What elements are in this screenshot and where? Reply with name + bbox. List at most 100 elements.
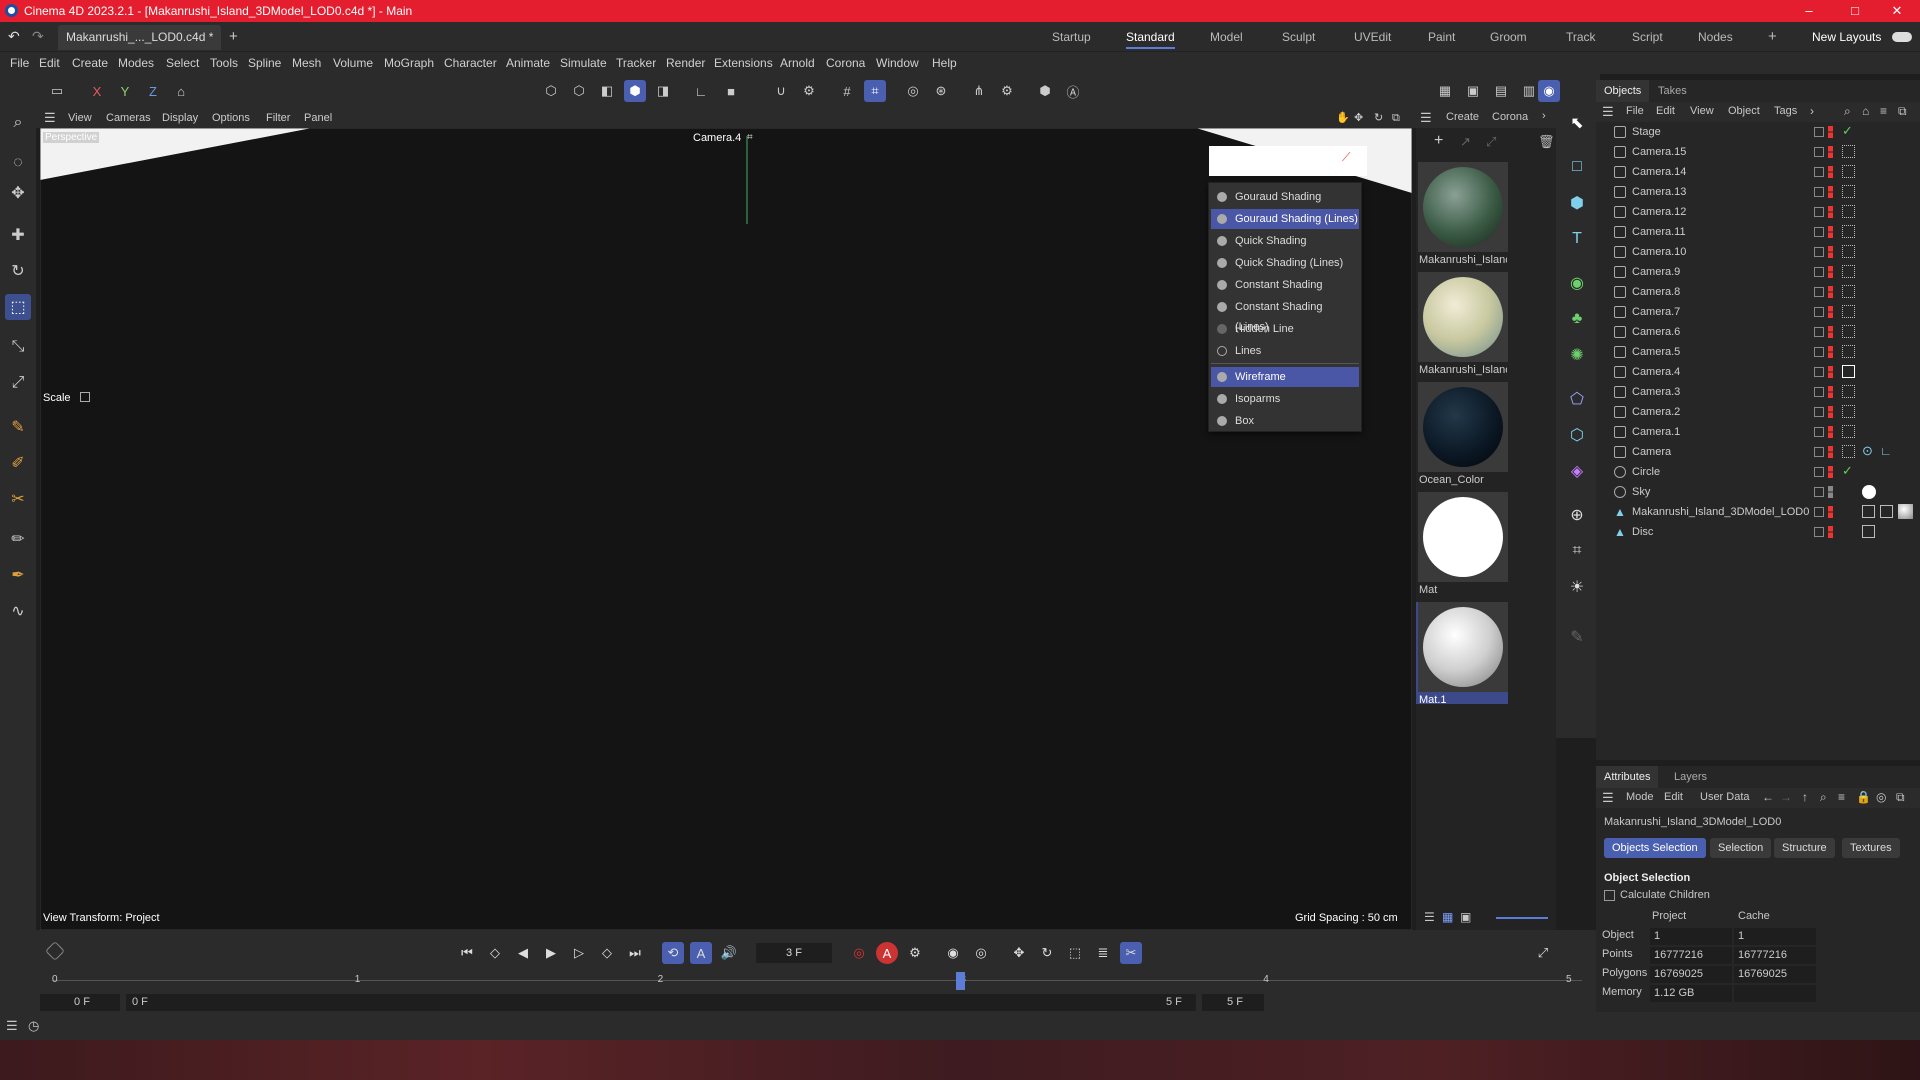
menu-item-box[interactable]: Box: [1211, 411, 1359, 431]
scale-key-icon[interactable]: ⬚: [1064, 942, 1086, 964]
null-object-icon[interactable]: ⬡: [1564, 422, 1590, 448]
render-dots-icon[interactable]: [1828, 146, 1833, 158]
sculpt-tool-icon[interactable]: ∿: [5, 598, 31, 624]
selection-tool-icon[interactable]: ◌: [5, 150, 31, 176]
viewport-menu-filter[interactable]: Filter: [266, 108, 290, 128]
object-row[interactable]: Camera.7: [1596, 302, 1920, 322]
layout-tab-track[interactable]: Track: [1566, 22, 1596, 52]
move-tool-icon[interactable]: ✚: [5, 222, 31, 248]
redo-icon[interactable]: ↷: [32, 28, 44, 45]
object-row[interactable]: Camera.13: [1596, 182, 1920, 202]
layout-toggle[interactable]: [1892, 32, 1912, 42]
layout-tab-nodes[interactable]: Nodes: [1698, 22, 1733, 52]
menu-animate[interactable]: Animate: [506, 52, 550, 74]
object-row[interactable]: Stage ✓: [1596, 122, 1920, 142]
tab-attributes[interactable]: Attributes: [1596, 766, 1659, 788]
checkmark-icon[interactable]: ✓: [1842, 121, 1853, 141]
visibility-toggle[interactable]: [1814, 187, 1824, 197]
object-row[interactable]: Circle ✓: [1596, 462, 1920, 482]
visibility-toggle[interactable]: [1814, 247, 1824, 257]
viewport-menu-panel[interactable]: Panel: [304, 108, 332, 128]
visibility-toggle[interactable]: [1814, 227, 1824, 237]
menu-item-constant-shading-lines[interactable]: Constant Shading (Lines): [1211, 297, 1359, 333]
subtab-textures[interactable]: Textures: [1842, 838, 1900, 858]
visibility-toggle[interactable]: [1814, 527, 1824, 537]
menu-simulate[interactable]: Simulate: [560, 52, 607, 74]
axis-mode-icon[interactable]: ∟: [690, 80, 712, 102]
menu-corona[interactable]: Corona: [826, 52, 865, 74]
visibility-toggle[interactable]: [1814, 207, 1824, 217]
protection-tag-icon[interactable]: [1842, 205, 1855, 218]
protection-tag-icon[interactable]: [1842, 185, 1855, 198]
new-window-icon[interactable]: ⧉: [1896, 790, 1905, 805]
render-dots-icon[interactable]: [1828, 166, 1833, 178]
object-row[interactable]: Camera.15: [1596, 142, 1920, 162]
visibility-toggle[interactable]: [1814, 467, 1824, 477]
layout-tab-startup[interactable]: Startup: [1052, 22, 1091, 52]
protection-tag-icon[interactable]: [1842, 285, 1855, 298]
rotate-tool-icon[interactable]: ↻: [5, 258, 31, 284]
protection-tag-icon[interactable]: [1842, 225, 1855, 238]
render-dots-icon[interactable]: [1828, 446, 1833, 458]
menu-window[interactable]: Window: [876, 52, 919, 74]
object-row[interactable]: Camera.9: [1596, 262, 1920, 282]
render-view-icon[interactable]: ▦: [1434, 80, 1456, 102]
align-tag-icon[interactable]: ∟: [1880, 441, 1892, 461]
object-row[interactable]: Camera.4: [1596, 362, 1920, 382]
autokey-icon[interactable]: A: [876, 942, 898, 964]
protection-tag-icon[interactable]: [1842, 265, 1855, 278]
layout-tab-sculpt[interactable]: Sculpt: [1282, 22, 1315, 52]
visibility-toggle[interactable]: [1814, 267, 1824, 277]
close-button[interactable]: ✕: [1874, 0, 1920, 22]
range-slider[interactable]: 0 F 5 F: [126, 994, 1196, 1011]
cloner-icon[interactable]: ♣: [1564, 306, 1590, 332]
protection-tag-icon[interactable]: [1842, 445, 1855, 458]
object-row[interactable]: Camera.5: [1596, 342, 1920, 362]
object-row[interactable]: Camera.10: [1596, 242, 1920, 262]
render-dots-icon[interactable]: [1828, 266, 1833, 278]
status-menu-icon[interactable]: ☰: [6, 1018, 18, 1034]
minimize-button[interactable]: –: [1786, 0, 1832, 22]
model-mode-icon[interactable]: ⬢: [624, 80, 646, 102]
spline-sketch-icon[interactable]: ✐: [5, 450, 31, 476]
visibility-toggle[interactable]: [1814, 327, 1824, 337]
pan-hand-icon[interactable]: ✋: [1336, 108, 1350, 128]
menu-item-gouraud-shading[interactable]: Gouraud Shading: [1211, 187, 1359, 207]
material-swatch[interactable]: Makanrushi_Islanc: [1416, 272, 1508, 376]
layout-tab-script[interactable]: Script: [1632, 22, 1663, 52]
render-dots-icon[interactable]: [1828, 206, 1833, 218]
object-menu-tags[interactable]: Tags: [1774, 105, 1797, 117]
frame-ruler[interactable]: 0 1 2 3 4 5: [52, 972, 1582, 990]
object-row[interactable]: Camera.6: [1596, 322, 1920, 342]
effector-icon[interactable]: ✺: [1564, 342, 1590, 368]
object-row[interactable]: ▲ Disc: [1596, 522, 1920, 542]
material-swatch[interactable]: Mat: [1416, 492, 1508, 596]
interactive-render-icon[interactable]: ◉: [1538, 80, 1560, 102]
menu-mesh[interactable]: Mesh: [292, 52, 321, 74]
soft-selection-icon[interactable]: ◎: [902, 80, 924, 102]
menu-modes[interactable]: Modes: [118, 52, 154, 74]
rotation-key-icon[interactable]: ◎: [970, 942, 992, 964]
texture-tag-icon[interactable]: [1862, 525, 1875, 538]
protection-tag-icon[interactable]: [1842, 165, 1855, 178]
render-dots-icon[interactable]: [1828, 406, 1833, 418]
object-menu-object[interactable]: Object: [1728, 105, 1760, 117]
menu-arnold[interactable]: Arnold: [780, 52, 815, 74]
settings-gear-icon[interactable]: ⚙: [996, 80, 1018, 102]
forward-arrow-icon[interactable]: →: [1780, 790, 1792, 804]
visibility-toggle[interactable]: [1814, 287, 1824, 297]
deformer-icon[interactable]: ⬠: [1564, 386, 1590, 412]
scale-tool-icon[interactable]: ⬚: [5, 294, 31, 320]
object-menu-edit[interactable]: Edit: [1656, 105, 1675, 117]
menu-file[interactable]: File: [10, 52, 29, 74]
subtab-structure[interactable]: Structure: [1774, 838, 1835, 858]
tab-takes[interactable]: Takes: [1650, 80, 1695, 102]
add-layout-button[interactable]: +: [1768, 22, 1777, 52]
timeline-curve-icon[interactable]: ⤢: [1532, 942, 1554, 964]
transform-tool-icon[interactable]: ⤡: [5, 334, 31, 360]
sky-material-tag-icon[interactable]: [1862, 485, 1876, 499]
menu-tools[interactable]: Tools: [210, 52, 238, 74]
zoom-slider[interactable]: [1496, 917, 1548, 919]
render-dots-icon[interactable]: [1828, 426, 1833, 438]
render-dots-icon[interactable]: [1828, 226, 1833, 238]
